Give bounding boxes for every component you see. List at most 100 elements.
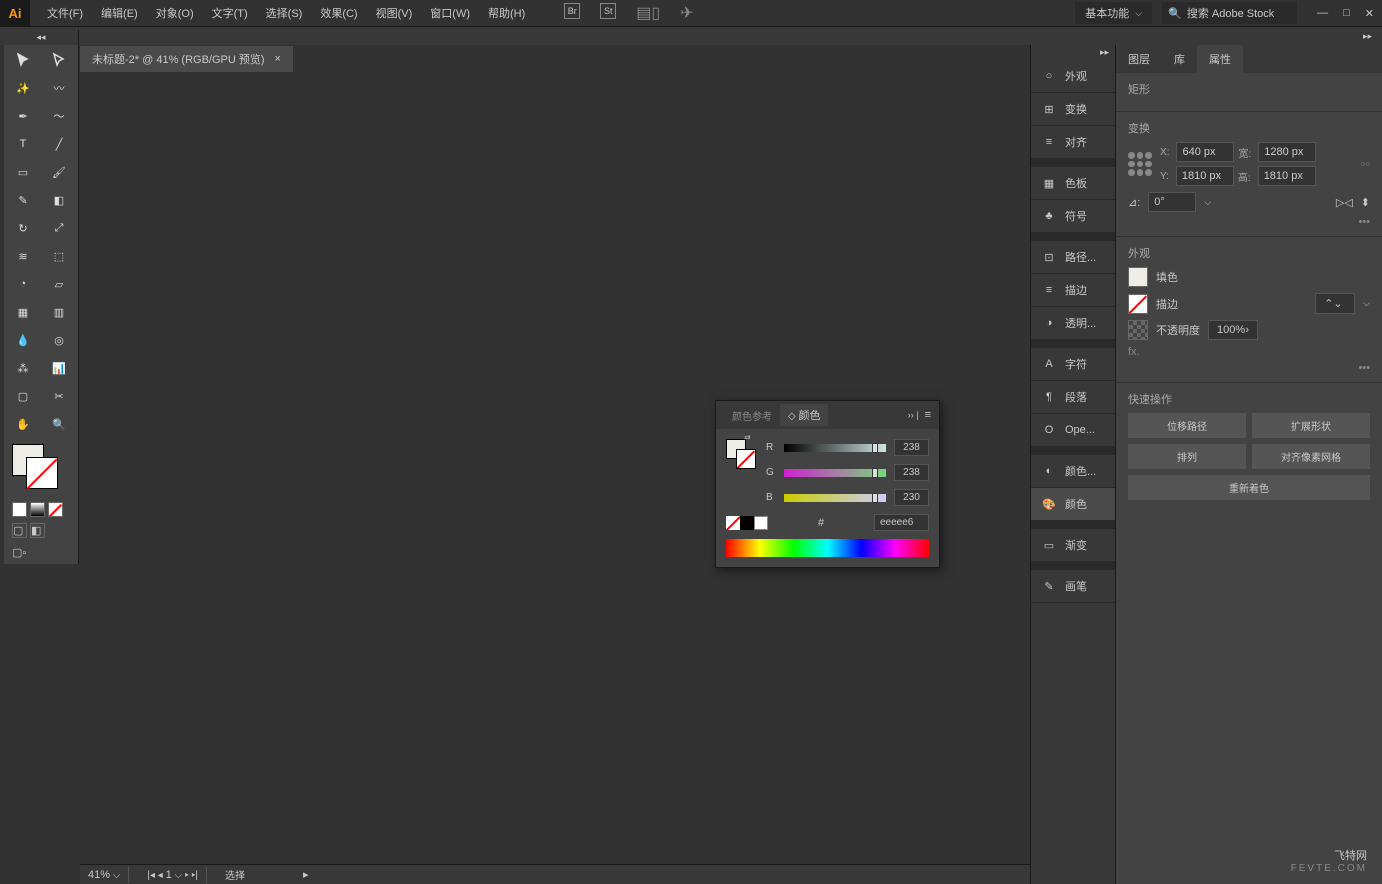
menu-type[interactable]: 文字(T)	[203, 0, 257, 26]
fill-swatch[interactable]	[1128, 267, 1148, 287]
width-tool[interactable]: ≋	[6, 243, 40, 269]
stroke-swatch[interactable]	[1128, 294, 1148, 314]
rectangle-tool[interactable]: ▭	[6, 159, 40, 185]
red-value[interactable]	[894, 439, 929, 456]
menu-window[interactable]: 窗口(W)	[421, 0, 479, 26]
type-tool[interactable]: T	[6, 131, 40, 157]
reference-point[interactable]	[1128, 152, 1152, 176]
dock-align[interactable]: ≡对齐	[1031, 126, 1115, 159]
blue-value[interactable]	[894, 489, 929, 506]
selection-tool[interactable]	[6, 47, 40, 73]
dock-brushes[interactable]: ✎画笔	[1031, 570, 1115, 603]
maximize-button[interactable]: □	[1343, 7, 1350, 20]
black-swatch[interactable]	[740, 516, 754, 530]
dock-swatches[interactable]: ▦色板	[1031, 167, 1115, 200]
line-tool[interactable]: ╱	[42, 131, 76, 157]
mesh-tool[interactable]: ▦	[6, 299, 40, 325]
document-tab[interactable]: 未标题-2* @ 41% (RGB/GPU 预览) ×	[80, 46, 293, 72]
dock-gradient[interactable]: ▭渐变	[1031, 529, 1115, 562]
paintbrush-tool[interactable]: 🖌	[42, 159, 76, 185]
color-mode-none[interactable]	[48, 502, 63, 517]
color-mode-gradient[interactable]	[30, 502, 45, 517]
more-options[interactable]: •••	[1128, 216, 1370, 228]
width-input[interactable]	[1258, 142, 1316, 162]
workspace-selector[interactable]: 基本功能⌵	[1075, 2, 1152, 24]
scale-tool[interactable]: ⤢	[42, 215, 76, 241]
height-input[interactable]	[1258, 166, 1316, 186]
menu-help[interactable]: 帮助(H)	[479, 0, 534, 26]
search-input[interactable]: 🔍搜索 Adobe Stock	[1162, 2, 1297, 24]
tab-libraries[interactable]: 库	[1162, 45, 1197, 73]
menu-view[interactable]: 视图(V)	[367, 0, 422, 26]
slice-tool[interactable]: ✂	[42, 383, 76, 409]
close-tab-icon[interactable]: ×	[275, 53, 281, 65]
gradient-tool[interactable]: ▥	[42, 299, 76, 325]
dock-color[interactable]: 🎨颜色	[1031, 488, 1115, 521]
offset-path-button[interactable]: 位移路径	[1128, 413, 1246, 438]
recolor-button[interactable]: 重新着色	[1128, 475, 1370, 500]
dock-pathfinder[interactable]: ⊡路径...	[1031, 241, 1115, 274]
dock-color-guide[interactable]: ◐颜色...	[1031, 455, 1115, 488]
tab-properties[interactable]: 属性	[1197, 45, 1243, 73]
panel-menu[interactable]: ≡	[919, 409, 931, 421]
rotate-tool[interactable]: ↻	[6, 215, 40, 241]
expand-toggle[interactable]: ▸▸	[1363, 31, 1382, 42]
dock-symbols[interactable]: ♣符号	[1031, 200, 1115, 233]
minimize-button[interactable]: —	[1317, 7, 1328, 20]
eraser-tool[interactable]: ◧	[42, 187, 76, 213]
hex-input[interactable]	[874, 514, 929, 531]
arrange-button[interactable]: 排列	[1128, 444, 1246, 469]
stroke-dropdown[interactable]: ⌵	[1363, 298, 1370, 309]
shape-builder-tool[interactable]: ◔	[6, 271, 40, 297]
more-options-2[interactable]: •••	[1128, 362, 1370, 374]
flip-h-icon[interactable]: ▷◁	[1336, 196, 1353, 209]
shaper-tool[interactable]: ✎	[6, 187, 40, 213]
dock-opentype[interactable]: OOpe...	[1031, 414, 1115, 447]
toolbar-toggle[interactable]: ◂◂	[4, 30, 78, 45]
eyedropper-tool[interactable]: 💧	[6, 327, 40, 353]
hand-tool[interactable]: ✋	[6, 411, 40, 437]
free-transform-tool[interactable]: ⬚	[42, 243, 76, 269]
menu-object[interactable]: 对象(O)	[147, 0, 203, 26]
bridge-icon[interactable]: Br	[564, 3, 580, 19]
arrange-icon[interactable]: ▤▯	[636, 3, 660, 23]
green-slider[interactable]	[784, 469, 886, 477]
panel-stroke-color[interactable]	[736, 449, 756, 469]
screen-modes[interactable]: ▢▫	[4, 541, 78, 564]
dock-appearance[interactable]: ○外观	[1031, 60, 1115, 93]
align-pixel-button[interactable]: 对齐像素网格	[1252, 444, 1370, 469]
blue-slider[interactable]	[784, 494, 886, 502]
green-value[interactable]	[894, 464, 929, 481]
menu-edit[interactable]: 编辑(E)	[92, 0, 147, 26]
stock-icon[interactable]: St	[600, 3, 616, 19]
perspective-tool[interactable]: ▱	[42, 271, 76, 297]
dock-transparency[interactable]: ◑透明...	[1031, 307, 1115, 340]
curvature-tool[interactable]: 〜	[42, 103, 76, 129]
expand-shape-button[interactable]: 扩展形状	[1252, 413, 1370, 438]
tab-layers[interactable]: 图层	[1116, 45, 1162, 73]
rotate-input[interactable]	[1148, 192, 1196, 212]
panel-collapse[interactable]: ›› |	[908, 410, 919, 420]
lasso-tool[interactable]: 〰	[42, 75, 76, 101]
rotate-dropdown[interactable]: ⌵	[1204, 197, 1211, 208]
draw-normal[interactable]: ▢	[12, 523, 27, 538]
tab-color-guide[interactable]: 颜色参考	[724, 405, 780, 426]
flip-v-icon[interactable]: ⬍	[1361, 196, 1370, 209]
link-icon[interactable]: ⚯	[1361, 158, 1370, 171]
menu-effect[interactable]: 效果(C)	[311, 0, 366, 26]
menu-select[interactable]: 选择(S)	[257, 0, 312, 26]
publish-icon[interactable]: ✈	[680, 3, 693, 23]
menu-file[interactable]: 文件(F)	[38, 0, 92, 26]
dock-toggle[interactable]: ▸▸	[1031, 45, 1115, 60]
color-mode-solid[interactable]	[12, 502, 27, 517]
fx-button[interactable]: fx.	[1128, 346, 1370, 358]
none-swatch[interactable]	[726, 516, 740, 530]
direct-selection-tool[interactable]	[42, 47, 76, 73]
color-spectrum[interactable]	[726, 539, 929, 557]
stroke-color[interactable]	[26, 457, 58, 489]
zoom-level[interactable]: 41% ⌵	[80, 867, 129, 883]
pen-tool[interactable]: ✒	[6, 103, 40, 129]
tab-color[interactable]: ◇ 颜色	[780, 404, 828, 426]
white-swatch[interactable]	[754, 516, 768, 530]
dock-stroke[interactable]: ≡描边	[1031, 274, 1115, 307]
